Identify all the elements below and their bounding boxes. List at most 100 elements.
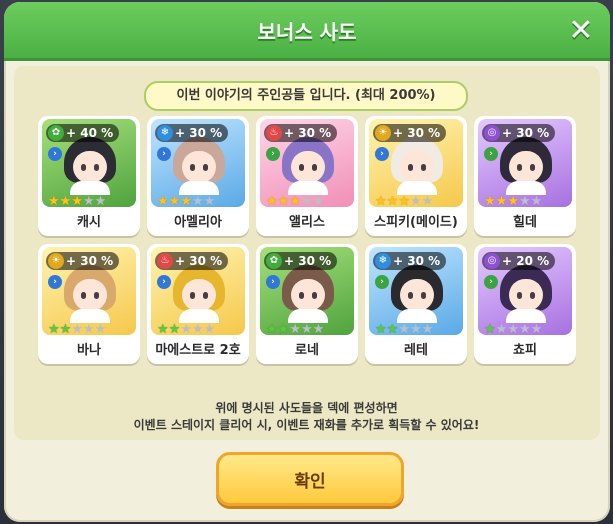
star-rating: ★ ★ ★ ★ ★ [157, 322, 216, 336]
star-icon: ★ [94, 322, 107, 336]
star-icon: ★ [48, 194, 60, 208]
character-illustration [173, 137, 225, 195]
bonus-value: + 30 % [175, 254, 223, 268]
character-card[interactable]: ❄ + 30 % › ★ ★ ★ ★ ★ 아멜리아 [147, 116, 249, 236]
character-illustration [282, 137, 334, 195]
class-icon: › [375, 147, 389, 161]
bonus-value: + 30 % [66, 254, 114, 268]
star-icon: ★ [203, 194, 216, 208]
bonus-value: + 30 % [175, 126, 223, 140]
character-portrait: ◎ + 20 % › ★ ★ ★ ★ ★ [478, 247, 572, 335]
class-icon: › [48, 147, 62, 161]
water-element-icon: ❄ [157, 125, 173, 141]
star-icon: ★ [59, 194, 72, 208]
character-illustration [282, 265, 334, 323]
character-illustration [391, 265, 443, 323]
character-portrait: ♨ + 30 % › ★ ★ ★ ★ ★ [260, 119, 354, 207]
character-portrait: ♨ + 30 % › ★ ★ ★ ★ ★ [151, 247, 245, 335]
star-icon: ★ [180, 322, 192, 336]
star-icon: ★ [191, 194, 204, 208]
star-icon: ★ [530, 194, 543, 208]
confirm-button-label: 확인 [294, 471, 326, 492]
character-card[interactable]: ♨ + 30 % › ★ ★ ★ ★ ★ 마에스트로 2호 [147, 244, 249, 364]
star-icon: ★ [495, 322, 508, 336]
dark-element-icon: ◎ [484, 253, 500, 269]
fire-element-icon: ♨ [157, 253, 173, 269]
character-portrait: ❄ + 30 % › ★ ★ ★ ★ ★ [151, 119, 245, 207]
star-icon: ★ [71, 322, 83, 336]
star-rating: ★ ★ ★ ★ ★ [48, 194, 107, 208]
close-icon: ✕ [568, 13, 594, 48]
bonus-badge: ◎ + 30 % [482, 124, 556, 142]
star-icon: ★ [82, 322, 95, 336]
character-name: 앨리스 [289, 215, 325, 230]
character-card[interactable]: ❄ + 30 % › ★ ★ ★ ★ ★ 레테 [365, 244, 467, 364]
star-icon: ★ [266, 322, 278, 336]
bonus-badge: ✿ + 30 % [264, 252, 338, 270]
character-portrait: ◎ + 30 % › ★ ★ ★ ★ ★ [478, 119, 572, 207]
star-rating: ★ ★ ★ ★ ★ [484, 194, 543, 208]
footnote-line-2: 이벤트 스테이지 클리어 시, 이벤트 재화를 추가로 획득할 수 있어요! [133, 418, 480, 432]
character-card[interactable]: ♨ + 30 % › ★ ★ ★ ★ ★ 앨리스 [256, 116, 358, 236]
character-card[interactable]: ☀ + 30 % › ★ ★ ★ ★ ★ 바나 [38, 244, 140, 364]
star-icon: ★ [300, 322, 313, 336]
character-card[interactable]: ✿ + 40 % › ★ ★ ★ ★ ★ 캐시 [38, 116, 140, 236]
character-portrait: ✿ + 30 % › ★ ★ ★ ★ ★ [260, 247, 354, 335]
character-card[interactable]: ✿ + 30 % › ★ ★ ★ ★ ★ 로네 [256, 244, 358, 364]
character-name: 힐데 [513, 215, 537, 230]
class-icon: › [157, 275, 171, 289]
star-icon: ★ [375, 194, 387, 208]
character-card[interactable]: ◎ + 20 % › ★ ★ ★ ★ ★ 쵸피 [474, 244, 576, 364]
bonus-badge: ◎ + 20 % [482, 252, 556, 270]
character-name: 스피키(메이드) [374, 215, 458, 230]
star-icon: ★ [421, 322, 434, 336]
character-name: 쵸피 [513, 343, 537, 358]
star-rating: ★ ★ ★ ★ ★ [157, 194, 216, 208]
bonus-value: + 20 % [502, 254, 550, 268]
confirm-button[interactable]: 확인 [216, 452, 404, 506]
star-icon: ★ [409, 194, 422, 208]
character-illustration [64, 265, 116, 323]
class-icon: › [48, 275, 62, 289]
footnote: 위에 명시된 사도들을 덱에 편성하면 이벤트 스테이지 클리어 시, 이벤트 … [0, 400, 613, 434]
bonus-subtitle: 이번 이야기의 주인공들 입니다. (최대 200%) [144, 81, 468, 111]
class-icon: › [266, 147, 280, 161]
star-icon: ★ [386, 322, 399, 336]
close-button[interactable]: ✕ [566, 16, 596, 46]
star-icon: ★ [82, 194, 95, 208]
character-name: 캐시 [77, 215, 101, 230]
star-icon: ★ [94, 194, 107, 208]
star-icon: ★ [203, 322, 216, 336]
character-portrait: ✿ + 40 % › ★ ★ ★ ★ ★ [42, 119, 136, 207]
star-rating: ★ ★ ★ ★ ★ [48, 322, 107, 336]
character-illustration [64, 137, 116, 195]
character-card[interactable]: ◎ + 30 % › ★ ★ ★ ★ ★ 힐데 [474, 116, 576, 236]
star-icon: ★ [409, 322, 422, 336]
bonus-value: + 40 % [66, 126, 114, 140]
star-icon: ★ [180, 194, 192, 208]
character-portrait: ☀ + 30 % › ★ ★ ★ ★ ★ [42, 247, 136, 335]
bonus-badge: ❄ + 30 % [155, 124, 229, 142]
character-name: 아멜리아 [174, 215, 222, 230]
character-name: 로네 [295, 343, 319, 358]
character-portrait: ❄ + 30 % › ★ ★ ★ ★ ★ [369, 247, 463, 335]
character-name: 바나 [77, 343, 101, 358]
star-rating: ★ ★ ★ ★ ★ [266, 194, 324, 208]
character-illustration [391, 137, 443, 195]
character-name: 마에스트로 2호 [155, 343, 241, 358]
star-icon: ★ [398, 194, 410, 208]
footnote-line-1: 위에 명시된 사도들을 덱에 편성하면 [215, 401, 398, 415]
bonus-value: + 30 % [393, 254, 441, 268]
class-icon: › [484, 147, 498, 161]
character-illustration [500, 137, 552, 195]
bonus-badge: ♨ + 30 % [155, 252, 229, 270]
star-rating: ★ ★ ★ ★ ★ [484, 322, 542, 336]
character-portrait: ☀ + 30 % › ★ ★ ★ ★ ★ [369, 119, 463, 207]
star-icon: ★ [386, 194, 399, 208]
bonus-badge: ☀ + 30 % [46, 252, 120, 270]
star-icon: ★ [375, 322, 387, 336]
star-icon: ★ [495, 194, 508, 208]
character-card[interactable]: ☀ + 30 % › ★ ★ ★ ★ ★ 스피키(메이드) [365, 116, 467, 236]
star-icon: ★ [266, 194, 278, 208]
star-icon: ★ [518, 322, 531, 336]
